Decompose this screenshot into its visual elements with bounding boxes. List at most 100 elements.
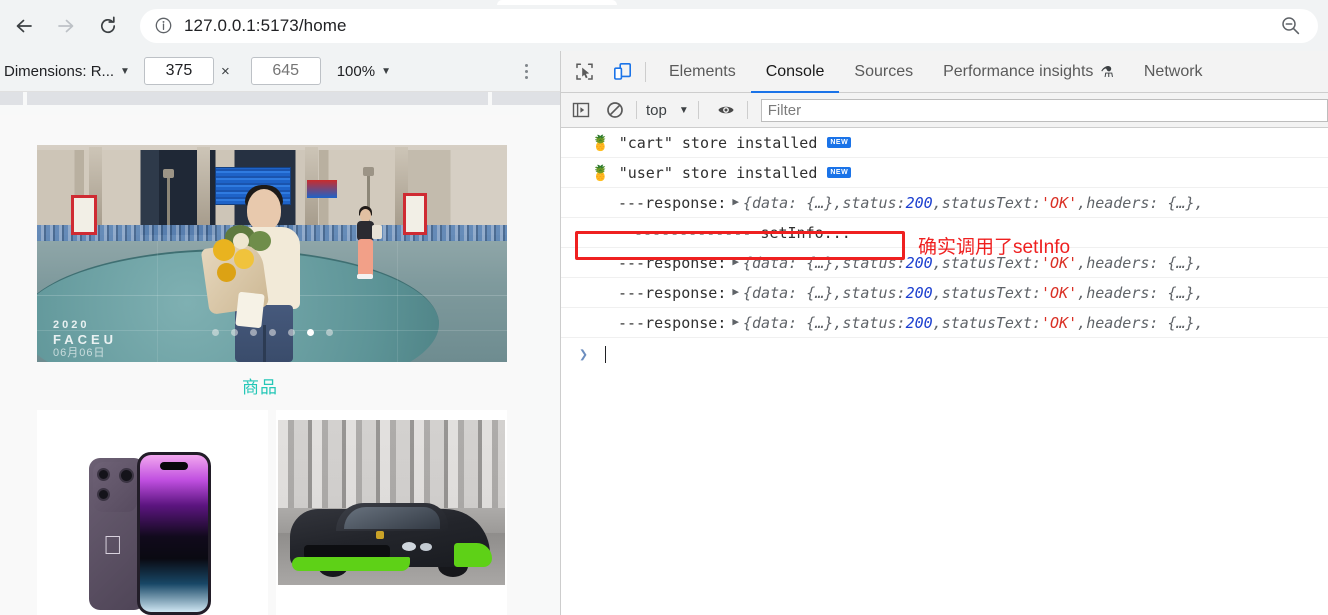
address-bar[interactable]: 127.0.0.1:5173/home — [140, 6, 1318, 46]
comma: , — [1077, 313, 1087, 332]
console-row-store-installed[interactable]: 🍍 "user" store installed NEW — [561, 158, 1328, 188]
object-key-data: data: {…}, — [752, 283, 843, 302]
chevron-down-icon: ▼ — [381, 65, 391, 77]
object-key-statustext: statusText: — [941, 283, 1042, 302]
object-value-status: 200 — [905, 313, 933, 332]
live-expression-eye-icon — [718, 106, 734, 114]
comma: , — [932, 253, 942, 272]
object-value-status: 200 — [905, 253, 933, 272]
device-width-input[interactable] — [143, 57, 214, 85]
object-key-status: status: — [842, 313, 906, 332]
carousel-dot[interactable] — [268, 329, 276, 336]
device-height-input[interactable] — [250, 57, 321, 85]
object-open-brace: { — [743, 253, 753, 272]
tab-label: Performance insights — [943, 62, 1094, 80]
carousel-dot[interactable] — [325, 329, 333, 336]
toolbar-divider — [746, 101, 748, 119]
tab-label: Sources — [854, 62, 914, 80]
clear-console-button[interactable] — [601, 96, 629, 124]
expand-triangle-icon[interactable]: ▶ — [732, 285, 739, 298]
device-zoom-dropdown[interactable]: 100% ▼ — [337, 63, 391, 80]
object-key-data: data: {…}, — [752, 253, 843, 272]
device-dimensions-dropdown[interactable]: Dimensions: R... ▼ — [4, 63, 130, 80]
pineapple-icon: 🍍 — [591, 133, 610, 152]
device-toolbar-more-button[interactable] — [514, 59, 538, 83]
devtools-tabbar: Elements Console Sources Performance insigh… — [561, 51, 1328, 93]
response-label: ---response: — [618, 193, 727, 212]
inspect-element-button[interactable] — [569, 57, 599, 87]
console-row-response[interactable]: ---response: ▶ {data: {…}, status: 200, st… — [561, 248, 1328, 278]
expand-triangle-icon[interactable]: ▶ — [732, 315, 739, 328]
console-row-response[interactable]: ---response: ▶ {data: {…}, status: 200, st… — [561, 188, 1328, 218]
console-sidebar-toggle-button[interactable] — [567, 96, 595, 124]
forward-button[interactable] — [48, 8, 84, 44]
toolbar-divider — [645, 61, 646, 82]
device-zoom-label: 100% — [336, 62, 376, 80]
comma: , — [1077, 193, 1087, 212]
device-ruler[interactable] — [0, 92, 560, 105]
emulated-device-frame: 2020 FACEU 06月06日 商品 — [0, 115, 520, 615]
tab-label: Elements — [669, 62, 736, 80]
object-open-brace: { — [743, 193, 753, 212]
device-emulation-toolbar: Dimensions: R... ▼ × 100% ▼ — [0, 51, 560, 92]
expand-triangle-icon[interactable]: ▶ — [732, 255, 739, 268]
console-text-caret — [605, 345, 607, 363]
carousel-dot[interactable] — [287, 329, 295, 336]
back-button[interactable] — [6, 8, 42, 44]
iphone-14-pro-product-card[interactable]:  — [37, 410, 268, 615]
object-value-status: 200 — [905, 193, 933, 212]
comma: , — [1077, 253, 1087, 272]
comma: , — [932, 283, 942, 302]
tab-label: Console — [765, 62, 825, 80]
carousel-dot[interactable] — [306, 329, 314, 336]
home-carousel[interactable]: 2020 FACEU 06月06日 — [37, 145, 507, 362]
devtools-tab-list: Elements Console Sources Performance insigh… — [654, 51, 1218, 93]
tab-label: Network — [1143, 62, 1203, 80]
lamborghini-product-card[interactable] — [276, 410, 507, 615]
object-key-statustext: statusText: — [941, 313, 1042, 332]
carousel-dots[interactable] — [37, 329, 507, 336]
site-info-icon[interactable] — [152, 15, 174, 37]
toolbar-divider — [636, 101, 637, 119]
browser-chrome: 127.0.0.1:5173/home — [0, 0, 1328, 51]
object-key-status: status: — [842, 253, 906, 272]
tab-sources[interactable]: Sources — [839, 51, 928, 93]
tab-performance-insights[interactable]: Performance insights ⚗ — [928, 51, 1129, 93]
tab-network[interactable]: Network — [1129, 51, 1218, 93]
object-key-statustext: statusText: — [941, 193, 1042, 212]
expand-triangle-icon[interactable]: ▶ — [732, 195, 739, 208]
console-toolbar: top ▼ — [561, 93, 1328, 128]
tab-console[interactable]: Console — [751, 51, 840, 93]
carousel-dot[interactable] — [230, 329, 238, 336]
browser-tab-stub[interactable] — [497, 0, 617, 5]
reload-icon — [100, 16, 116, 33]
console-row-setinfo[interactable]: ------------- setInfo... — [561, 218, 1328, 248]
chevron-down-icon: ▼ — [678, 104, 689, 116]
device-toolbar-toggle-button[interactable] — [607, 57, 637, 87]
object-value-statustext: 'OK' — [1041, 193, 1078, 212]
reload-button[interactable] — [90, 8, 126, 44]
object-key-status: status: — [842, 193, 906, 212]
device-dimensions-label: Dimensions: R... — [4, 62, 115, 80]
page-zoom-icon[interactable] — [1270, 6, 1310, 46]
object-value-statustext: 'OK' — [1041, 313, 1078, 332]
tab-elements[interactable]: Elements — [654, 51, 751, 93]
live-expression-button[interactable] — [712, 96, 740, 124]
console-log-list: 🍍 "cart" store installed NEW 🍍 "user" store … — [561, 128, 1328, 338]
console-context-selector[interactable]: top ▼ — [644, 102, 691, 119]
new-badge: NEW — [827, 167, 852, 178]
console-prompt-arrow-icon: ❯ — [579, 345, 589, 363]
carousel-dot[interactable] — [211, 329, 219, 336]
chevron-down-icon: ▼ — [120, 65, 130, 77]
carousel-dot[interactable] — [249, 329, 257, 336]
comma: , — [1077, 283, 1087, 302]
object-key-headers: headers: {…}, — [1086, 253, 1204, 272]
console-row-response[interactable]: ---response: ▶ {data: {…}, status: 200, st… — [561, 278, 1328, 308]
pineapple-icon: 🍍 — [591, 163, 610, 182]
console-row-response[interactable]: ---response: ▶ {data: {…}, status: 200, st… — [561, 308, 1328, 338]
console-filter-input[interactable] — [760, 98, 1328, 122]
console-prompt-row[interactable]: ❯ — [561, 338, 1328, 370]
console-row-store-installed[interactable]: 🍍 "cart" store installed NEW — [561, 128, 1328, 158]
console-row-text: ------------- setInfo... — [634, 223, 851, 242]
watermark-date: 06月06日 — [53, 347, 106, 360]
